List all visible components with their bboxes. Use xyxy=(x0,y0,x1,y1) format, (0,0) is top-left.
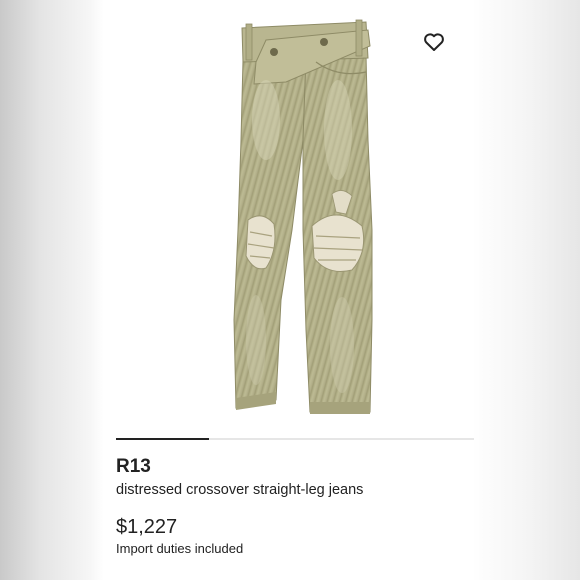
jeans-illustration xyxy=(233,19,373,414)
import-duties-note: Import duties included xyxy=(116,541,244,556)
heart-outline-icon xyxy=(424,33,444,51)
background-fade xyxy=(470,0,580,580)
product-price: $1,227 xyxy=(116,516,178,538)
image-carousel-indicator[interactable] xyxy=(116,438,474,440)
screen: R13 distressed crossover straight-leg je… xyxy=(0,0,580,580)
wishlist-button[interactable] xyxy=(422,30,446,54)
product-image[interactable] xyxy=(106,0,474,430)
carousel-progress-bar xyxy=(116,438,210,440)
product-card[interactable]: R13 distressed crossover straight-leg je… xyxy=(106,0,474,580)
product-brand[interactable]: R13 xyxy=(116,456,151,478)
product-description[interactable]: distressed crossover straight-leg jeans xyxy=(116,482,363,498)
